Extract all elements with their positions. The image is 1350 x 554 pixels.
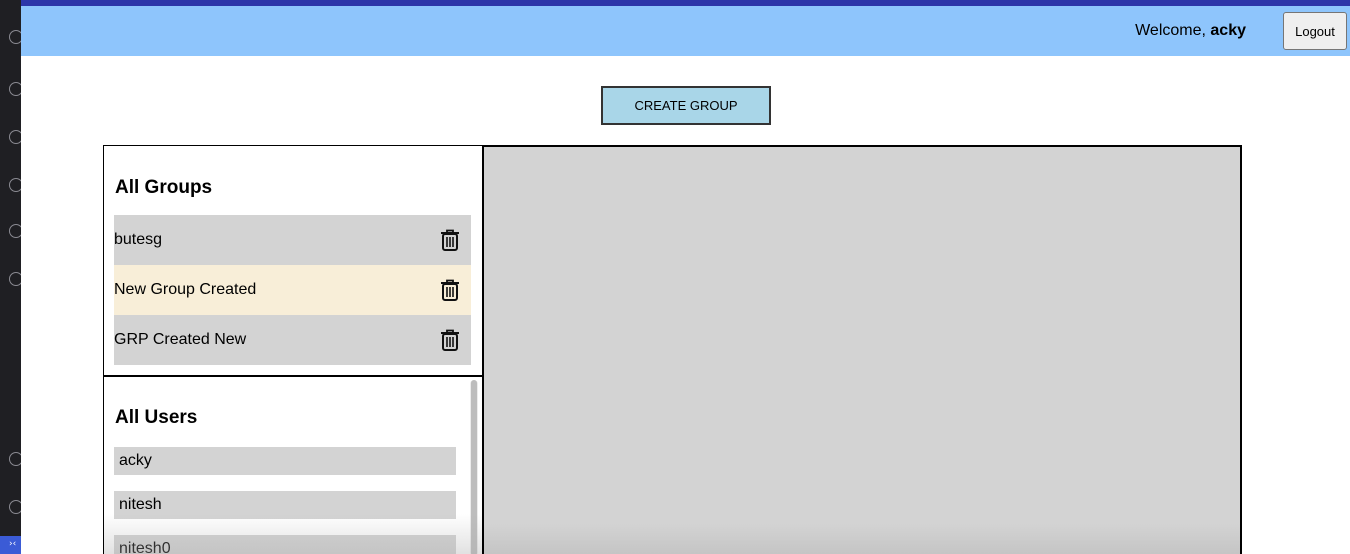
group-name: butesg — [114, 231, 163, 248]
user-name: nitesh0 — [119, 540, 171, 554]
users-scrollbar[interactable] — [470, 380, 478, 554]
group-item-new-group-created[interactable]: New Group Created — [114, 265, 471, 315]
users-panel: All Users acky nitesh nitesh0 — [103, 375, 482, 554]
chat-bottom-fade — [484, 524, 1240, 554]
create-group-button[interactable]: CREATE GROUP — [601, 86, 771, 125]
groups-panel: All Groups butesg New Group Created GRP … — [103, 145, 482, 376]
editor-activity-bar: ›‹ — [0, 0, 23, 554]
logout-button[interactable]: Logout — [1283, 12, 1347, 50]
welcome-prefix: Welcome, — [1135, 22, 1206, 39]
remote-status-bar: ›‹ — [0, 536, 21, 554]
app-root: Welcome, acky Logout CREATE GROUP All Gr… — [21, 6, 1350, 554]
chat-panel — [482, 145, 1242, 554]
group-name: New Group Created — [114, 281, 257, 298]
username: acky — [1210, 22, 1246, 39]
user-item-nitesh0[interactable]: nitesh0 — [114, 535, 456, 554]
user-name: acky — [119, 452, 152, 469]
user-item-acky[interactable]: acky — [114, 447, 456, 475]
group-name: GRP Created New — [114, 331, 247, 348]
groups-title: All Groups — [115, 177, 213, 198]
welcome-text: Welcome, acky — [1135, 22, 1246, 40]
header: Welcome, acky Logout — [21, 6, 1350, 56]
group-item-butesg[interactable]: butesg — [114, 215, 471, 265]
remote-icon: ›‹ — [9, 539, 17, 549]
user-name: nitesh — [119, 496, 162, 513]
group-item-grp-created-new[interactable]: GRP Created New — [114, 315, 471, 365]
users-scrollbar-thumb[interactable] — [471, 380, 477, 554]
trash-icon[interactable] — [439, 278, 461, 302]
trash-icon[interactable] — [439, 228, 461, 252]
trash-icon[interactable] — [439, 328, 461, 352]
user-item-nitesh[interactable]: nitesh — [114, 491, 456, 519]
users-title: All Users — [115, 407, 198, 428]
